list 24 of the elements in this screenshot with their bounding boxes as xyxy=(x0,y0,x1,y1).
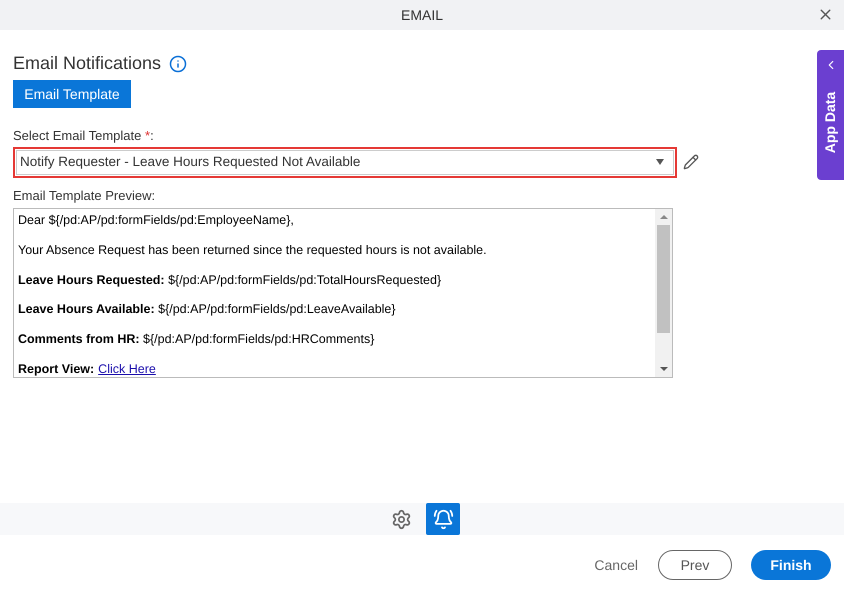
preview-text: Report View: xyxy=(18,360,94,377)
edit-icon[interactable] xyxy=(683,154,699,170)
window-title: EMAIL xyxy=(400,6,443,24)
field-label: Select Email Template *: xyxy=(13,127,154,145)
notification-bell-button[interactable] xyxy=(426,503,460,535)
info-icon[interactable] xyxy=(169,54,188,72)
preview-text: Dear ${/pd:AP/pd:formFields/pd:EmployeeName}, xyxy=(18,212,295,229)
preview-label: Email Template Preview: xyxy=(13,186,156,205)
app-data-tab[interactable]: App Data xyxy=(817,50,844,180)
prev-button[interactable]: Prev xyxy=(658,550,732,580)
preview-text: Leave Hours Requested: ${/pd:AP/pd:formFields/pd:TotalHoursRequested} xyxy=(18,272,442,289)
preview-text: Your Absence Request has been returned since the requested hours is not available. xyxy=(18,242,488,259)
email-template-button[interactable]: Email Template xyxy=(13,80,131,108)
scrollbar[interactable] xyxy=(655,209,672,377)
gear-icon xyxy=(390,508,412,530)
click-here-link[interactable]: Click Here xyxy=(98,360,156,377)
preview-text: Leave Hours Available: ${/pd:AP/pd:formFields/pd:LeaveAvailable} xyxy=(18,301,397,318)
section-heading: Email Notifications xyxy=(13,52,162,75)
template-select[interactable]: Notify Requester - Leave Hours Requested Not Available xyxy=(13,146,677,178)
cancel-button[interactable]: Cancel xyxy=(594,554,638,576)
finish-button[interactable]: Finish xyxy=(751,550,831,580)
preview-text: Comments from HR: ${/pd:AP/pd:formFields/pd:HRComments} xyxy=(18,331,376,348)
dropdown-arrow-icon xyxy=(656,159,664,165)
bell-icon xyxy=(432,508,454,530)
